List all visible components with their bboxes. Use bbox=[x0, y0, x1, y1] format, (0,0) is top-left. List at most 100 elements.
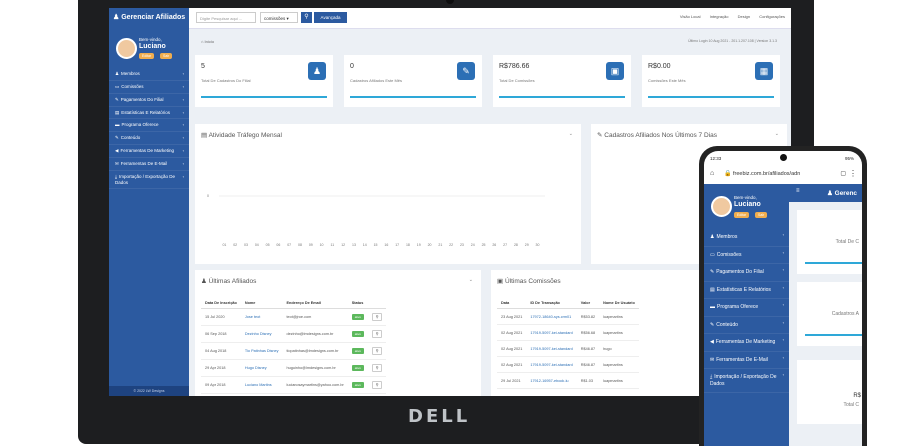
sidebar-item-label: Ferramentas De E-Mail bbox=[716, 356, 768, 363]
panel-title: ✎ Cadastros Afiliados Nos Últimos 7 Dias bbox=[597, 131, 717, 139]
phone-sidebar-item[interactable]: ⤓ Importação / Exportação De Dados ‹ bbox=[704, 369, 789, 393]
nav-design[interactable]: Design bbox=[738, 14, 750, 19]
cell-username: luapmartins bbox=[599, 372, 639, 389]
edit-profile-button[interactable]: Editar bbox=[139, 53, 155, 59]
table-row: 23 Aug 2021 17972-18640-sys.crm01 R$53.82 l… bbox=[497, 308, 639, 325]
collapse-chevron-icon[interactable]: ⌄ bbox=[775, 131, 779, 137]
cell-transaction-link[interactable]: 17919-5097-kei-standard bbox=[526, 340, 577, 357]
column-header: Nome De Usuário bbox=[599, 298, 639, 309]
chevron-left-icon: ‹ bbox=[782, 319, 784, 325]
sidebar-item-payments[interactable]: ✎ Pagamentos Do Filial ‹ bbox=[109, 94, 189, 107]
cell-name-link[interactable]: Luciano Martins bbox=[240, 376, 283, 394]
nav-local-view[interactable]: Visão Local bbox=[680, 14, 701, 19]
menu-icon[interactable]: ≡ bbox=[796, 188, 800, 194]
cell-status: ativo bbox=[347, 308, 369, 326]
table-row: 02 Aug 2021 17919-5097-kei-standard R$46.8… bbox=[497, 356, 639, 373]
chevron-left-icon: ‹ bbox=[182, 122, 184, 128]
tabs-icon[interactable]: ▢ bbox=[840, 170, 846, 177]
sidebar-item-email-tools[interactable]: ✉ Ferramentas De E-Mail ‹ bbox=[109, 158, 189, 171]
view-details-button[interactable]: ⚲ bbox=[372, 347, 383, 355]
view-details-button[interactable]: ⚲ bbox=[372, 313, 383, 321]
sidebar-item-content[interactable]: ✎ Conteúdo ‹ bbox=[109, 132, 189, 146]
x-tick-label: 28 bbox=[513, 243, 518, 247]
view-details-button[interactable]: ⚲ bbox=[372, 381, 383, 389]
nav-settings[interactable]: Configurações bbox=[759, 14, 785, 19]
chevron-left-icon: ‹ bbox=[782, 372, 784, 377]
cell-date: 02 Aug 2021 bbox=[497, 356, 527, 373]
advanced-search-button[interactable]: Avançada bbox=[314, 12, 347, 23]
phone-sidebar-item[interactable]: ▬ Programa Oferece ‹ bbox=[704, 299, 789, 317]
cell-action: ⚲ bbox=[368, 325, 387, 343]
sidebar-item-commissions[interactable]: ▭ Comissões ‹ bbox=[109, 81, 189, 94]
breadcrumb[interactable]: ⌂ Início bbox=[201, 39, 214, 44]
search-button[interactable]: ⚲ bbox=[301, 12, 312, 23]
sidebar-item-program[interactable]: ▬ Programa Oferece ‹ bbox=[109, 119, 189, 133]
search-type-select[interactable]: comissões ▾ bbox=[260, 12, 298, 23]
cell-transaction-link[interactable]: 17912-16957-ebook-lu bbox=[526, 372, 577, 389]
search-input[interactable]: Digite Pesquisar aqui ... bbox=[196, 12, 256, 23]
stat-value: R$786.66 bbox=[499, 63, 530, 70]
collapse-chevron-icon[interactable]: ⌄ bbox=[469, 277, 473, 283]
cell-date: 15 Jul 2020 bbox=[201, 308, 241, 326]
phone-header: ≡ ♟ Gerenc bbox=[789, 184, 862, 202]
phone-main: ≡ ♟ Gerenc Total De C Cadastros A R$ Tot… bbox=[789, 184, 862, 446]
phone-url-bar: ⌂ 🔒 freebiz.com.br/afiliados/adn ▢ ⋮ bbox=[704, 166, 862, 185]
stat-label: Total De Cadastros Do Filial bbox=[201, 78, 251, 83]
status-badge: ativo bbox=[351, 348, 365, 354]
phone-sidebar-item[interactable]: ✎ Pagamentos Do Filial ‹ bbox=[704, 264, 789, 282]
cell-name-link[interactable]: Dezinho Disney bbox=[240, 325, 283, 343]
brand-label: Gerenciar Afiliados bbox=[121, 14, 186, 21]
stat-value: 0 bbox=[350, 63, 354, 70]
phone-sidebar-menu: ♟ Membros ‹ ▭ Comissões ‹ ✎ Pagamentos Do Filia… bbox=[704, 229, 789, 393]
x-tick-label: 30 bbox=[535, 243, 540, 247]
money-icon: ▣ bbox=[497, 278, 505, 285]
panel-title-label: Últimas Comissões bbox=[504, 278, 561, 285]
sidebar-item-statistics[interactable]: ▤ Estatísticas E Relatórios ‹ bbox=[109, 107, 189, 120]
sidebar-item-import-export[interactable]: ⤓ Importação / Exportação De Dados ‹ bbox=[109, 171, 189, 190]
phone-sidebar-item[interactable]: ◀ Ferramentas De Marketing ‹ bbox=[704, 334, 789, 352]
sidebar-item-label: Importação / Exportação De Dados bbox=[710, 374, 777, 387]
table-row: 06 Sep 2018 Dezinho Disney dezinho@lmdesig… bbox=[201, 325, 387, 343]
x-tick-label: 01 bbox=[222, 243, 227, 247]
edit-profile-button[interactable]: Editar bbox=[734, 212, 750, 218]
phone-sidebar: Bem-vindo, Luciano Editar Sair ♟ Membros ‹… bbox=[704, 184, 789, 446]
more-icon[interactable]: ⋮ bbox=[849, 169, 857, 178]
search-icon: ⚲ bbox=[304, 14, 309, 20]
phone-sidebar-item[interactable]: ✎ Conteúdo ‹ bbox=[704, 317, 789, 334]
url-input[interactable]: freebiz.com.br/afiliados/adn bbox=[733, 171, 800, 177]
x-tick-label: 14 bbox=[362, 243, 367, 247]
sidebar-item-marketing-tools[interactable]: ◀ Ferramentas De Marketing ‹ bbox=[109, 145, 189, 158]
chevron-left-icon: ‹ bbox=[782, 284, 784, 290]
logout-button[interactable]: Sair bbox=[755, 212, 768, 218]
cell-transaction-link[interactable]: 17919-5097-kei-standard bbox=[526, 324, 577, 341]
cell-name-link[interactable]: Hugo Disney bbox=[240, 359, 283, 377]
home-icon[interactable]: ⌂ bbox=[710, 170, 714, 177]
table-row: 15 Jul 2020 Jose teot teot@jroe.com ativo ⚲ bbox=[201, 308, 387, 326]
brand-logo[interactable]: ♟ Gerenciar Afiliados bbox=[109, 8, 189, 28]
sidebar-item-members[interactable]: ♟ Membros ‹ bbox=[109, 68, 189, 81]
view-details-button[interactable]: ⚲ bbox=[372, 364, 383, 372]
phone-sidebar-item[interactable]: ▭ Comissões ‹ bbox=[704, 247, 789, 264]
sidebar-item-label: Ferramentas De E-Mail bbox=[120, 160, 168, 166]
cell-name-link[interactable]: Tio Patinhas Disney bbox=[240, 342, 283, 360]
x-tick-label: 17 bbox=[395, 243, 400, 247]
phone-sidebar-item[interactable]: ♟ Membros ‹ bbox=[704, 229, 789, 247]
cell-amount: R$53.82 bbox=[576, 308, 600, 325]
cell-name-link[interactable]: Jose teot bbox=[240, 308, 283, 326]
phone-brand: ♟ Gerenc bbox=[827, 189, 857, 197]
cell-date: 02 Aug 2021 bbox=[497, 324, 527, 341]
table-row: 09 Apr 2018 Luciano Martins lucianosaymart… bbox=[201, 376, 387, 394]
chevron-left-icon: ‹ bbox=[782, 302, 784, 307]
phone-stat-card: Cadastros A bbox=[797, 282, 862, 346]
x-tick-label: 03 bbox=[244, 243, 248, 247]
phone-sidebar-item[interactable]: ✉ Ferramentas De E-Mail ‹ bbox=[704, 352, 789, 369]
status-badge: ativo bbox=[351, 382, 365, 388]
cell-transaction-link[interactable]: 17919-5097-kei-standard bbox=[526, 356, 577, 373]
nav-integration[interactable]: Integração bbox=[710, 14, 729, 19]
phone-sidebar-item[interactable]: ▤ Estatísticas E Relatórios ‹ bbox=[704, 282, 789, 299]
cell-transaction-link[interactable]: 17972-18640-sys.crm01 bbox=[526, 308, 577, 325]
column-header: Endereço De Email bbox=[282, 298, 348, 309]
stat-bar bbox=[805, 334, 862, 336]
view-details-button[interactable]: ⚲ bbox=[372, 330, 383, 338]
logout-button[interactable]: Sair bbox=[160, 53, 173, 59]
